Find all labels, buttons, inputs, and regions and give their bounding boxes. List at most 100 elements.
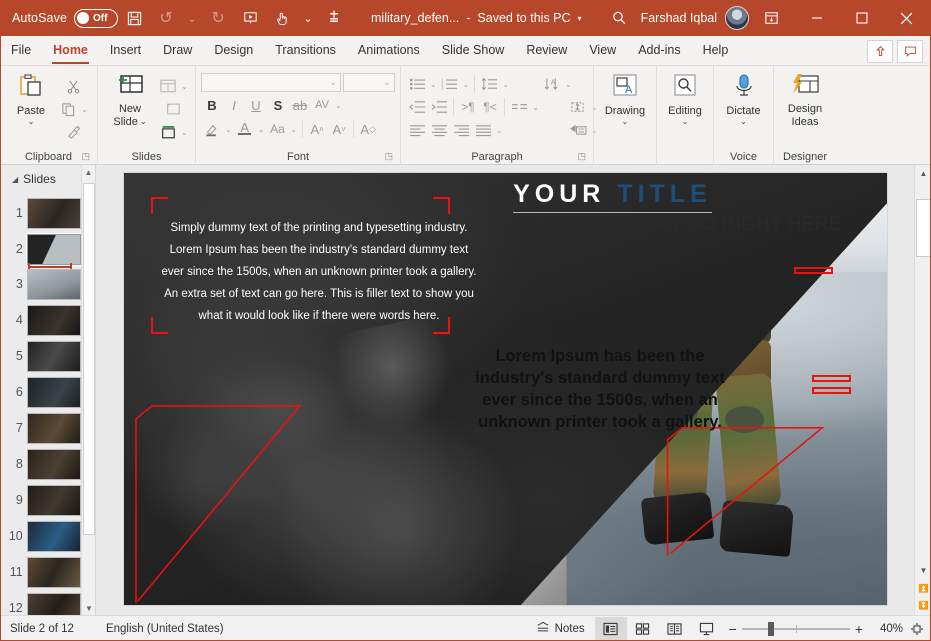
convert-to-smartart-icon[interactable] <box>567 119 589 141</box>
dictate-button[interactable]: Dictate ⌄ <box>719 69 768 126</box>
document-title[interactable]: military_defen... - Saved to this PC ▾ <box>350 11 603 25</box>
left-to-right-icon[interactable]: >¶ <box>457 96 479 118</box>
next-slide-icon[interactable]: ⏬ <box>915 597 931 614</box>
list-item[interactable]: 5 <box>0 338 81 374</box>
increase-font-size-button[interactable]: A˄ <box>306 118 328 140</box>
thumbnail-7[interactable] <box>27 413 81 444</box>
section-dropdown-icon[interactable]: ⌄ <box>179 128 190 137</box>
thumbnail-scroll-down-icon[interactable]: ▼ <box>82 601 96 615</box>
notes-button[interactable]: Notes <box>526 621 595 636</box>
list-item[interactable]: 3 <box>0 266 81 302</box>
decrease-font-size-button[interactable]: A˅ <box>328 118 350 140</box>
save-state-dropdown-icon[interactable]: ▾ <box>578 14 582 23</box>
right-to-left-icon[interactable]: ¶< <box>479 96 501 118</box>
tab-design[interactable]: Design <box>203 36 264 65</box>
drawing-dropdown-icon[interactable]: ⌄ <box>622 118 629 126</box>
bold-button[interactable]: B <box>201 94 223 116</box>
drawing-button[interactable]: A Drawing ⌄ <box>599 69 651 126</box>
thumbnail-12[interactable] <box>27 593 81 616</box>
editing-dropdown-icon[interactable]: ⌄ <box>682 118 689 126</box>
touch-mode-icon[interactable] <box>266 3 298 33</box>
line-spacing-dropdown-icon[interactable]: ⌄ <box>500 80 511 89</box>
share-button[interactable] <box>867 40 893 63</box>
italic-button[interactable]: I <box>223 94 245 116</box>
thumbnail-8[interactable] <box>27 449 81 480</box>
undo-dropdown-icon[interactable]: ⌄ <box>182 3 202 33</box>
scroll-down-icon[interactable]: ▼ <box>915 562 931 579</box>
thumbnail-11[interactable] <box>27 557 81 588</box>
tab-view[interactable]: View <box>578 36 627 65</box>
thumbnail-list[interactable]: 1 2 3 4 5 6 <box>0 195 81 615</box>
thumbnail-10[interactable] <box>27 521 81 552</box>
touch-mode-dropdown-icon[interactable]: ⌄ <box>298 3 318 33</box>
zoom-out-button[interactable]: − <box>729 621 737 637</box>
ribbon-display-options-icon[interactable] <box>749 0 794 36</box>
slide-subtitle[interactable]: YOUR TEXT CAN GO RIGHT HERE <box>521 214 842 236</box>
paste-dropdown-icon[interactable]: ⌄ <box>28 118 35 126</box>
tab-transitions[interactable]: Transitions <box>264 36 347 65</box>
change-case-button[interactable]: Aa <box>266 118 288 140</box>
reset-slide-icon[interactable] <box>157 98 190 120</box>
underline-button[interactable]: U <box>245 94 267 116</box>
tab-file[interactable]: File <box>0 36 42 65</box>
tab-animations[interactable]: Animations <box>347 36 431 65</box>
comments-button[interactable] <box>897 40 923 63</box>
maximize-button[interactable] <box>839 0 884 36</box>
list-item[interactable]: 2 <box>0 231 81 267</box>
tab-slide-show[interactable]: Slide Show <box>431 36 516 65</box>
text-shadow-button[interactable]: S <box>267 94 289 116</box>
list-item[interactable]: 10 <box>0 518 81 554</box>
slide-scroll-thumb[interactable] <box>916 199 931 257</box>
align-text-icon[interactable] <box>567 96 589 118</box>
undo-icon[interactable]: ↺ <box>150 3 182 33</box>
paste-button[interactable]: Paste ⌄ <box>5 69 57 126</box>
text-direction-icon[interactable]: A <box>541 73 563 95</box>
save-icon[interactable] <box>118 3 150 33</box>
previous-slide-icon[interactable]: ⏫ <box>915 580 931 597</box>
highlight-dropdown-icon[interactable]: ⌄ <box>223 125 234 134</box>
paragraph-dialog-launcher-icon[interactable]: ◳ <box>577 148 586 164</box>
zoom-value[interactable]: 40% <box>869 623 903 635</box>
normal-view-icon[interactable] <box>595 617 627 641</box>
numbering-icon[interactable]: 123 <box>439 73 461 95</box>
font-color-icon[interactable]: A <box>234 118 256 140</box>
decrease-indent-icon[interactable] <box>406 96 428 118</box>
numbering-dropdown-icon[interactable]: ⌄ <box>461 80 472 89</box>
clipboard-dialog-launcher-icon[interactable]: ◳ <box>81 148 90 164</box>
slideshow-view-icon[interactable] <box>691 617 723 641</box>
justify-icon[interactable] <box>472 119 494 141</box>
tab-home[interactable]: Home <box>42 36 99 65</box>
format-painter-icon[interactable] <box>57 121 90 143</box>
thumbnail-scroll-thumb[interactable] <box>83 183 95 535</box>
zoom-track[interactable] <box>742 628 850 630</box>
new-slide-button[interactable]: New Slide ⌄ <box>103 69 157 128</box>
zoom-track-handle[interactable] <box>768 622 774 636</box>
text-direction-dropdown-icon[interactable]: ⌄ <box>563 80 574 89</box>
scroll-up-icon[interactable]: ▲ <box>915 165 931 182</box>
customize-quick-access-icon[interactable]: ⩲ <box>318 3 350 33</box>
text-highlight-icon[interactable] <box>201 118 223 140</box>
list-item[interactable]: 12 <box>0 590 81 615</box>
slide-area-scrollbar[interactable]: ▲ ▼ ⏫ ⏬ <box>914 165 931 615</box>
font-size-combobox[interactable]: ⌄ <box>343 73 395 92</box>
change-case-dropdown-icon[interactable]: ⌄ <box>288 125 299 134</box>
dictate-dropdown-icon[interactable]: ⌄ <box>740 118 747 126</box>
character-spacing-button[interactable]: AV <box>311 94 333 116</box>
design-ideas-button[interactable]: Design Ideas <box>779 69 831 128</box>
reading-view-icon[interactable] <box>659 617 691 641</box>
minimize-button[interactable] <box>794 0 839 36</box>
font-name-combobox[interactable]: ⌄ <box>201 73 341 92</box>
list-item[interactable]: 9 <box>0 482 81 518</box>
language-indicator[interactable]: English (United States) <box>84 623 234 635</box>
thumbnail-3[interactable] <box>27 269 81 300</box>
columns-dropdown-icon[interactable]: ⌄ <box>530 103 541 112</box>
fit-slide-to-window-icon[interactable] <box>903 617 931 641</box>
list-item[interactable]: 1 <box>0 195 81 231</box>
avatar[interactable] <box>725 6 749 30</box>
slide-body-text[interactable]: Simply dummy text of the printing and ty… <box>149 217 489 327</box>
list-item[interactable]: 11 <box>0 554 81 590</box>
thumbnail-scroll-up-icon[interactable]: ▲ <box>82 165 95 179</box>
list-item[interactable]: 7 <box>0 410 81 446</box>
line-spacing-icon[interactable] <box>478 73 500 95</box>
editing-button[interactable]: Editing ⌄ <box>662 69 708 126</box>
